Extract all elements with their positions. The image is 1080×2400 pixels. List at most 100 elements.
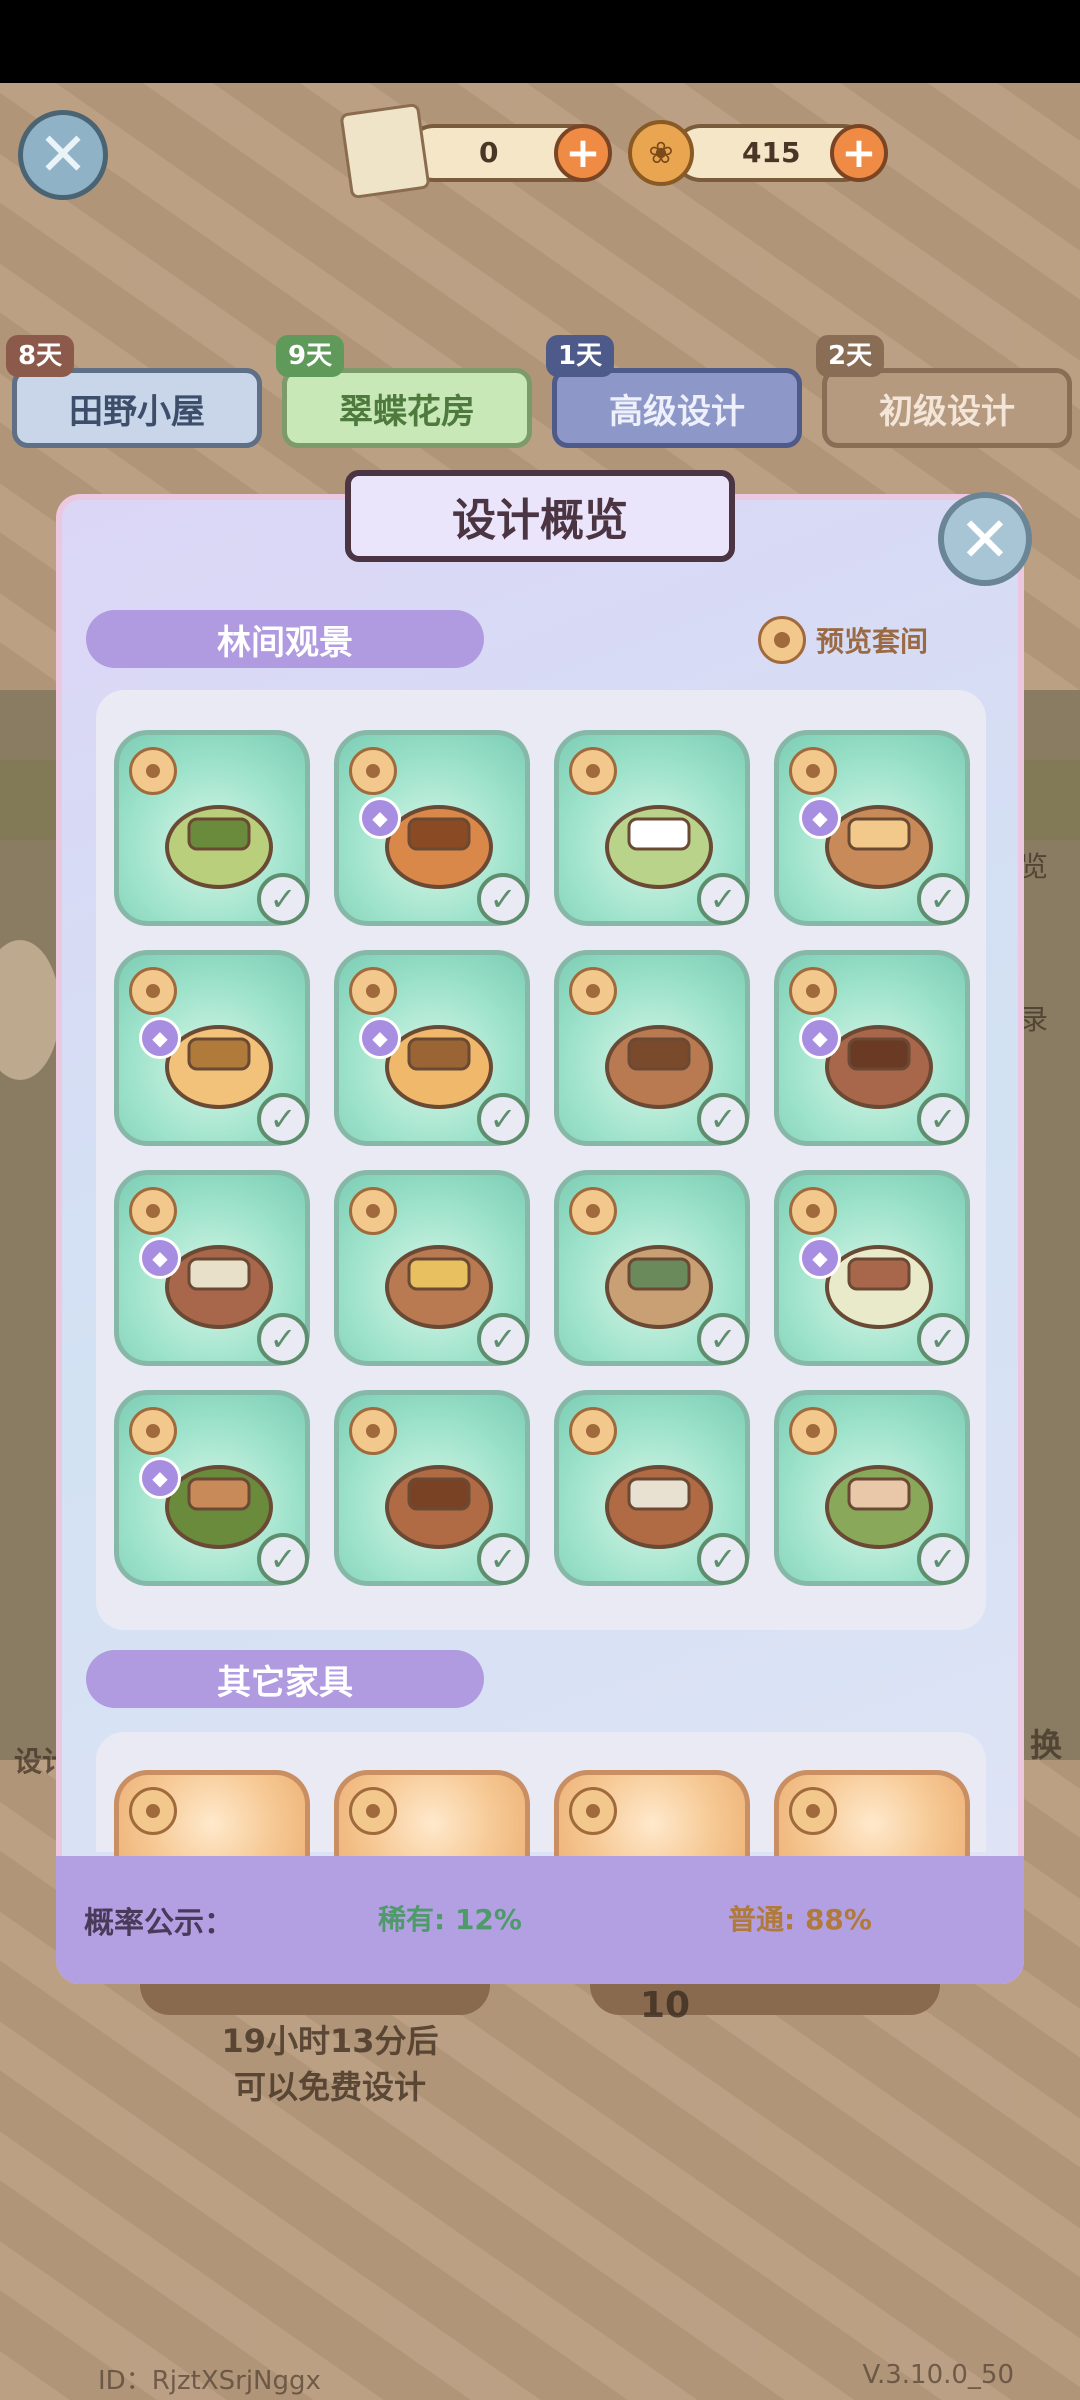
- side-right-label-1: 览: [1020, 850, 1049, 883]
- eye-icon[interactable]: [129, 1407, 177, 1455]
- eye-icon: [129, 1787, 177, 1835]
- furniture-item-bench[interactable]: ✓: [334, 1390, 530, 1586]
- close-icon[interactable]: ✕: [18, 110, 108, 200]
- furniture-item-armchair[interactable]: ◆ ✓: [334, 950, 530, 1146]
- section-title-forest: 林间观景: [86, 610, 484, 668]
- player-id: ID：RjztXSrjNggx: [98, 2366, 321, 2396]
- status-bar: [0, 0, 1080, 83]
- rare-tag-icon: ◆: [139, 1237, 181, 1279]
- check-icon: ✓: [477, 873, 529, 925]
- rare-tag-icon: ◆: [139, 1017, 181, 1059]
- eye-icon: [789, 1787, 837, 1835]
- check-icon: ✓: [697, 1533, 749, 1585]
- scroll-icon: [339, 102, 431, 200]
- eye-icon[interactable]: [349, 967, 397, 1015]
- check-icon: ✓: [697, 1313, 749, 1365]
- furniture-item-bread[interactable]: ◆ ✓: [334, 730, 530, 926]
- ten-design-label: 10: [640, 1985, 691, 2026]
- furniture-item-bed[interactable]: ◆ ✓: [774, 730, 970, 926]
- furniture-item[interactable]: [114, 1770, 310, 1856]
- eye-icon[interactable]: [789, 1187, 837, 1235]
- eye-icon: [758, 616, 806, 664]
- tab-label: 高级设计: [609, 391, 745, 432]
- check-icon: ✓: [697, 873, 749, 925]
- rare-tag-icon: ◆: [799, 797, 841, 839]
- check-icon: ✓: [917, 873, 969, 925]
- check-icon: ✓: [917, 1533, 969, 1585]
- eye-icon[interactable]: [569, 1407, 617, 1455]
- eye-icon[interactable]: [129, 1187, 177, 1235]
- tab-label: 田野小屋: [69, 391, 205, 432]
- eye-icon[interactable]: [569, 967, 617, 1015]
- eye-icon: [349, 1787, 397, 1835]
- free-timer-line1: 19小时13分后: [221, 2022, 439, 2060]
- section-title-other: 其它家具: [86, 1650, 484, 1708]
- check-icon: ✓: [257, 873, 309, 925]
- side-right-label-2: 录: [1020, 1003, 1049, 1036]
- furniture-item-glass-box[interactable]: ✓: [554, 1390, 750, 1586]
- rare-tag-icon: ◆: [359, 797, 401, 839]
- check-icon: ✓: [477, 1533, 529, 1585]
- eye-icon[interactable]: [789, 967, 837, 1015]
- eye-icon[interactable]: [569, 747, 617, 795]
- coin-icon: ❀: [628, 120, 694, 186]
- tab-basic-design[interactable]: 初级设计: [822, 368, 1072, 448]
- tab-days-badge: 1天: [546, 335, 615, 377]
- tab-days-badge: 8天: [6, 335, 75, 377]
- tab-butterfly-house[interactable]: 翠蝶花房: [282, 368, 532, 448]
- tab-label: 初级设计: [879, 391, 1015, 432]
- eye-icon[interactable]: [129, 747, 177, 795]
- rare-tag-icon: ◆: [799, 1017, 841, 1059]
- side-right-label-3: 换: [1030, 1726, 1063, 1764]
- furniture-item-lamp[interactable]: ◆ ✓: [774, 1170, 970, 1366]
- check-icon: ✓: [257, 1093, 309, 1145]
- furniture-item[interactable]: [774, 1770, 970, 1856]
- eye-icon[interactable]: [129, 967, 177, 1015]
- furniture-item-armchair-cushion[interactable]: ◆ ✓: [114, 950, 310, 1146]
- eye-icon[interactable]: [349, 747, 397, 795]
- furniture-item-picture-wall[interactable]: ✓: [554, 1170, 750, 1366]
- furniture-item-books[interactable]: ✓: [114, 730, 310, 926]
- furniture-item[interactable]: [554, 1770, 750, 1856]
- tab-days-badge: 2天: [816, 335, 885, 377]
- free-timer-line2: 可以免费设计: [233, 2068, 426, 2106]
- check-icon: ✓: [477, 1313, 529, 1365]
- rare-tag-icon: ◆: [799, 1237, 841, 1279]
- check-icon: ✓: [917, 1313, 969, 1365]
- furniture-item[interactable]: [334, 1770, 530, 1856]
- preview-suite-button[interactable]: 预览套间: [758, 610, 928, 670]
- eye-icon[interactable]: [349, 1407, 397, 1455]
- common-rate: 普通: 88%: [728, 1903, 872, 1936]
- check-icon: ✓: [917, 1093, 969, 1145]
- furniture-item-nightstand[interactable]: ✓: [554, 950, 750, 1146]
- furniture-item-table[interactable]: ✓: [334, 1170, 530, 1366]
- check-icon: ✓: [477, 1093, 529, 1145]
- furniture-item-hedge[interactable]: ✓: [774, 1390, 970, 1586]
- rare-tag-icon: ◆: [359, 1017, 401, 1059]
- furniture-item-tall-cabinet[interactable]: ◆ ✓: [774, 950, 970, 1146]
- eye-icon: [569, 1787, 617, 1835]
- rare-tag-icon: ◆: [139, 1457, 181, 1499]
- probability-label: 概率公示：: [84, 1906, 234, 1941]
- furniture-item-curtain[interactable]: ◆ ✓: [114, 1390, 310, 1586]
- rare-rate: 稀有: 12%: [378, 1903, 522, 1936]
- add-scroll-button[interactable]: +: [554, 124, 612, 182]
- furniture-item-glass-cabinet[interactable]: ◆ ✓: [114, 1170, 310, 1366]
- coin-count: 415: [742, 136, 801, 169]
- tab-days-badge: 9天: [276, 335, 345, 377]
- eye-icon[interactable]: [789, 747, 837, 795]
- version-label: V.3.10.0_50: [862, 2360, 1014, 2390]
- close-modal-icon[interactable]: ✕: [938, 492, 1032, 586]
- modal-title: 设计概览: [345, 470, 735, 562]
- tab-advanced-design[interactable]: 高级设计: [552, 368, 802, 448]
- eye-icon[interactable]: [789, 1407, 837, 1455]
- preview-suite-label: 预览套间: [816, 625, 929, 658]
- scroll-count: 0: [479, 136, 499, 169]
- check-icon: ✓: [697, 1093, 749, 1145]
- eye-icon[interactable]: [349, 1187, 397, 1235]
- add-coin-button[interactable]: +: [830, 124, 888, 182]
- furniture-item-flower-rug[interactable]: ✓: [554, 730, 750, 926]
- free-design-timer: 19小时13分后 可以免费设计: [180, 2018, 480, 2110]
- eye-icon[interactable]: [569, 1187, 617, 1235]
- tab-field-cottage[interactable]: 田野小屋: [12, 368, 262, 448]
